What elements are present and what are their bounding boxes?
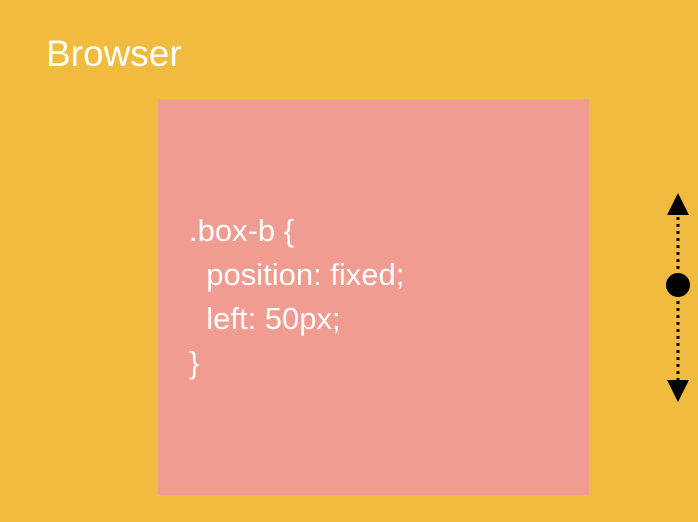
scroll-arrows-icon (660, 190, 696, 405)
code-line-position: position: fixed; (189, 257, 405, 292)
browser-label: Browser (46, 33, 182, 74)
css-code-block: .box-b { position: fixed; left: 50px; } (189, 209, 404, 385)
code-line-selector: .box-b { (189, 213, 295, 248)
code-line-left: left: 50px; (189, 301, 341, 336)
code-line-close: } (189, 345, 200, 380)
fixed-box: .box-b { position: fixed; left: 50px; } (158, 99, 589, 495)
browser-viewport: Browser .box-b { position: fixed; left: … (0, 0, 698, 522)
